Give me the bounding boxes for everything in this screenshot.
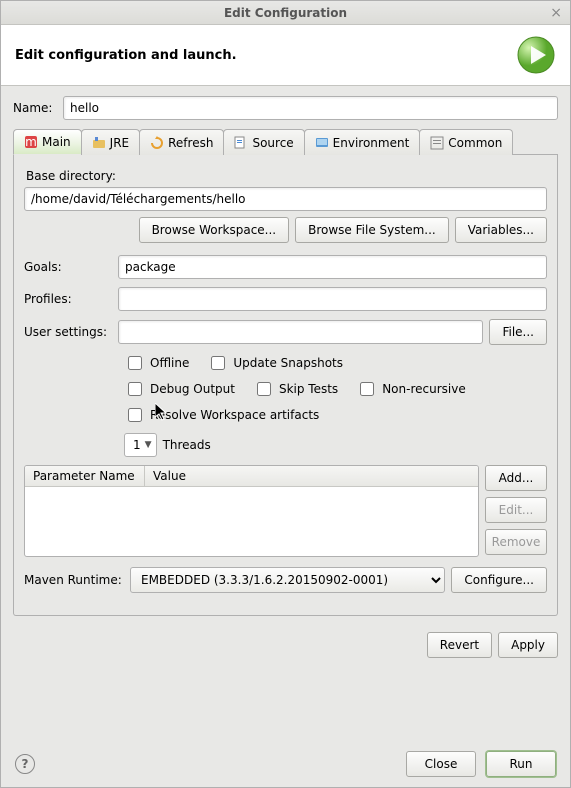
tab-refresh-label: Refresh: [168, 136, 213, 150]
base-dir-input[interactable]: [24, 187, 547, 211]
chevron-down-icon: ▼: [145, 440, 152, 450]
variables-button[interactable]: Variables...: [455, 217, 547, 243]
header: Edit configuration and launch.: [1, 25, 570, 86]
tab-jre[interactable]: JRE: [81, 129, 140, 155]
titlebar: Edit Configuration ×: [1, 1, 570, 25]
dialog-window: Edit Configuration × Edit configuration …: [0, 0, 571, 788]
content-area: Name: m Main JRE Refresh Source Env: [1, 86, 570, 741]
titlebar-text: Edit Configuration: [224, 6, 347, 20]
apply-button[interactable]: Apply: [498, 632, 558, 658]
maven-runtime-select[interactable]: EMBEDDED (3.3.3/1.6.2.20150902-0001): [130, 567, 445, 593]
tab-environment-label: Environment: [333, 136, 410, 150]
edit-button: Edit...: [485, 497, 547, 523]
run-icon: [516, 35, 556, 75]
configure-button[interactable]: Configure...: [451, 567, 547, 593]
common-icon: [430, 136, 444, 150]
file-button[interactable]: File...: [489, 319, 547, 345]
maven-runtime-label: Maven Runtime:: [24, 573, 124, 587]
run-button[interactable]: Run: [486, 751, 556, 777]
threads-label: Threads: [163, 438, 211, 452]
tab-source[interactable]: Source: [223, 129, 304, 155]
parameters-table[interactable]: Parameter Name Value: [24, 465, 479, 557]
tabbar: m Main JRE Refresh Source Environment: [13, 128, 558, 155]
name-input[interactable]: [63, 96, 558, 120]
browse-workspace-button[interactable]: Browse Workspace...: [139, 217, 290, 243]
col-value[interactable]: Value: [145, 466, 478, 486]
refresh-icon: [150, 136, 164, 150]
skip-tests-checkbox[interactable]: Skip Tests: [253, 379, 338, 399]
user-settings-label: User settings:: [24, 325, 112, 339]
tab-main[interactable]: m Main: [13, 129, 82, 155]
add-button[interactable]: Add...: [485, 465, 547, 491]
browse-filesystem-button[interactable]: Browse File System...: [295, 217, 449, 243]
tab-common[interactable]: Common: [419, 129, 513, 155]
tab-content-main: Base directory: Browse Workspace... Brow…: [13, 155, 558, 616]
base-dir-label: Base directory:: [26, 169, 547, 183]
close-button[interactable]: Close: [406, 751, 476, 777]
goals-input[interactable]: [118, 255, 547, 279]
footer: ? Close Run: [1, 741, 570, 787]
tab-environment[interactable]: Environment: [304, 129, 421, 155]
tab-common-label: Common: [448, 136, 502, 150]
threads-value: 1: [133, 438, 141, 452]
resolve-workspace-checkbox[interactable]: Resolve Workspace artifacts: [124, 405, 319, 425]
maven-icon: m: [24, 135, 38, 149]
remove-button: Remove: [485, 529, 547, 555]
close-icon[interactable]: ×: [550, 5, 562, 21]
offline-checkbox[interactable]: Offline: [124, 353, 189, 373]
tab-main-label: Main: [42, 135, 71, 149]
environment-icon: [315, 136, 329, 150]
profiles-label: Profiles:: [24, 292, 112, 306]
jre-icon: [92, 136, 106, 150]
source-icon: [234, 136, 248, 150]
debug-output-checkbox[interactable]: Debug Output: [124, 379, 235, 399]
tab-jre-label: JRE: [110, 136, 129, 150]
non-recursive-checkbox[interactable]: Non-recursive: [356, 379, 466, 399]
tab-source-label: Source: [252, 136, 293, 150]
goals-label: Goals:: [24, 260, 112, 274]
name-label: Name:: [13, 101, 57, 115]
threads-spinner[interactable]: 1 ▼: [124, 433, 157, 457]
header-title: Edit configuration and launch.: [15, 48, 237, 63]
update-snapshots-checkbox[interactable]: Update Snapshots: [207, 353, 343, 373]
revert-button[interactable]: Revert: [427, 632, 492, 658]
profiles-input[interactable]: [118, 287, 547, 311]
user-settings-input[interactable]: [118, 320, 483, 344]
help-icon[interactable]: ?: [15, 754, 35, 774]
col-parameter-name[interactable]: Parameter Name: [25, 466, 145, 486]
svg-text:m: m: [25, 135, 37, 149]
tab-refresh[interactable]: Refresh: [139, 129, 224, 155]
